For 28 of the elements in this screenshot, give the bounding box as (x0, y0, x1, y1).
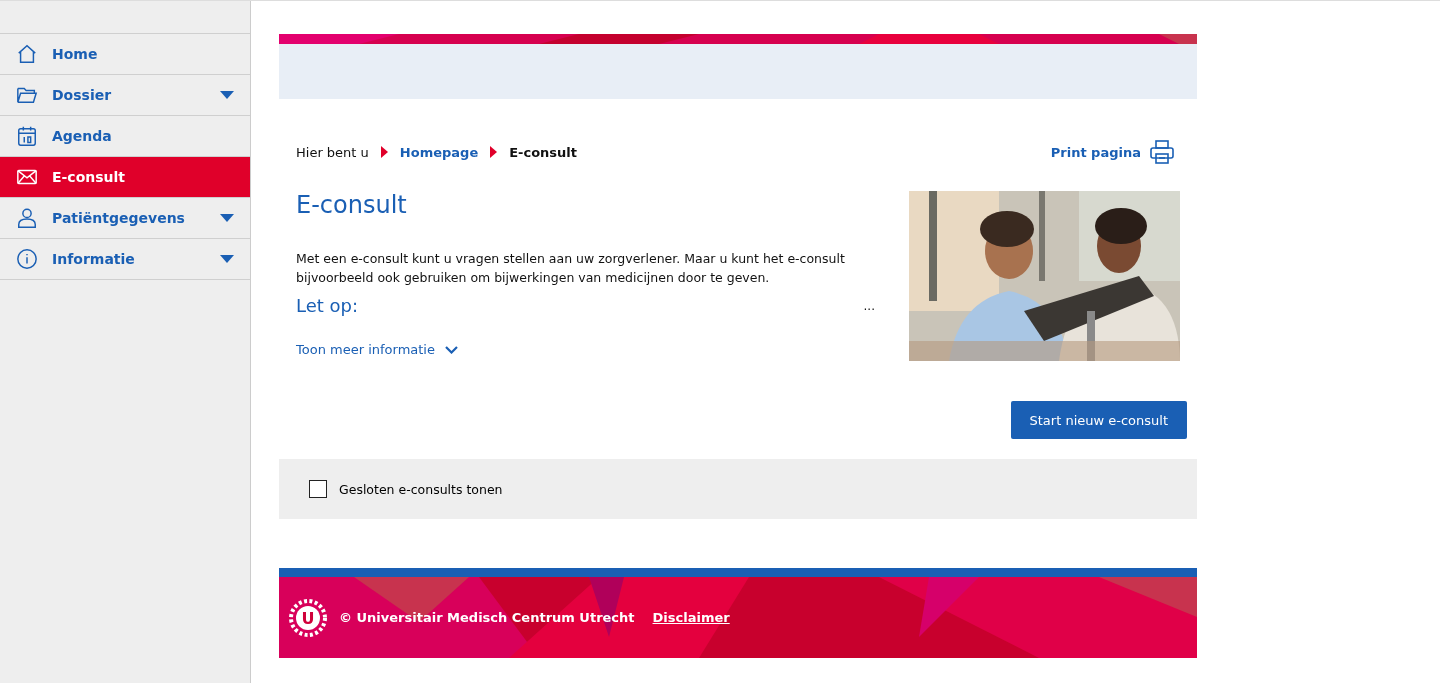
info-icon (16, 248, 38, 270)
start-econsult-button[interactable]: Start nieuw e-consult (1010, 401, 1187, 439)
logo-icon: U (289, 598, 327, 637)
breadcrumb-arrow-icon (380, 146, 388, 158)
sidebar-item[interactable]: Informatie (0, 238, 250, 280)
home-icon (16, 43, 38, 65)
printer-icon (1149, 139, 1175, 165)
more-info-link[interactable]: Toon meer informatie (296, 342, 875, 357)
checkbox[interactable] (309, 480, 327, 498)
calendar-icon (16, 125, 38, 147)
sidebar-item[interactable]: Dossier (0, 74, 250, 115)
breadcrumb-arrow-icon (490, 146, 498, 158)
checkbox-label: Gesloten e-consults tonen (339, 481, 503, 497)
breadcrumb-current: E-consult (509, 144, 578, 160)
chevron-down-icon (445, 345, 458, 354)
sidebar-item[interactable]: Home (0, 33, 250, 74)
breadcrumb-link[interactable]: Homepage (399, 144, 479, 160)
user-icon (16, 207, 38, 229)
disclaimer-link[interactable]: Disclaimer (652, 610, 730, 625)
ellipsis-text: ... (863, 298, 875, 313)
copyright-text: © Universitair Medisch Centrum Utrecht (339, 610, 635, 625)
print-link[interactable]: Print pagina (1050, 139, 1175, 165)
breadcrumb-label: Hier bent u (296, 144, 369, 160)
notice-heading: Let op: (296, 295, 359, 316)
sidebar-item[interactable]: Patiëntgegevens (0, 197, 250, 238)
page-title: E-consult (296, 191, 408, 219)
sidebar-item[interactable]: E-consult (0, 156, 250, 197)
intro-text: Met een e-consult kunt u vragen stellen aan uw zorgverlener. Maar u kunt het e-consult bijvoorbeeld ook gebruiken om bijwerkingen van medicijnen door te geven. (296, 250, 846, 287)
